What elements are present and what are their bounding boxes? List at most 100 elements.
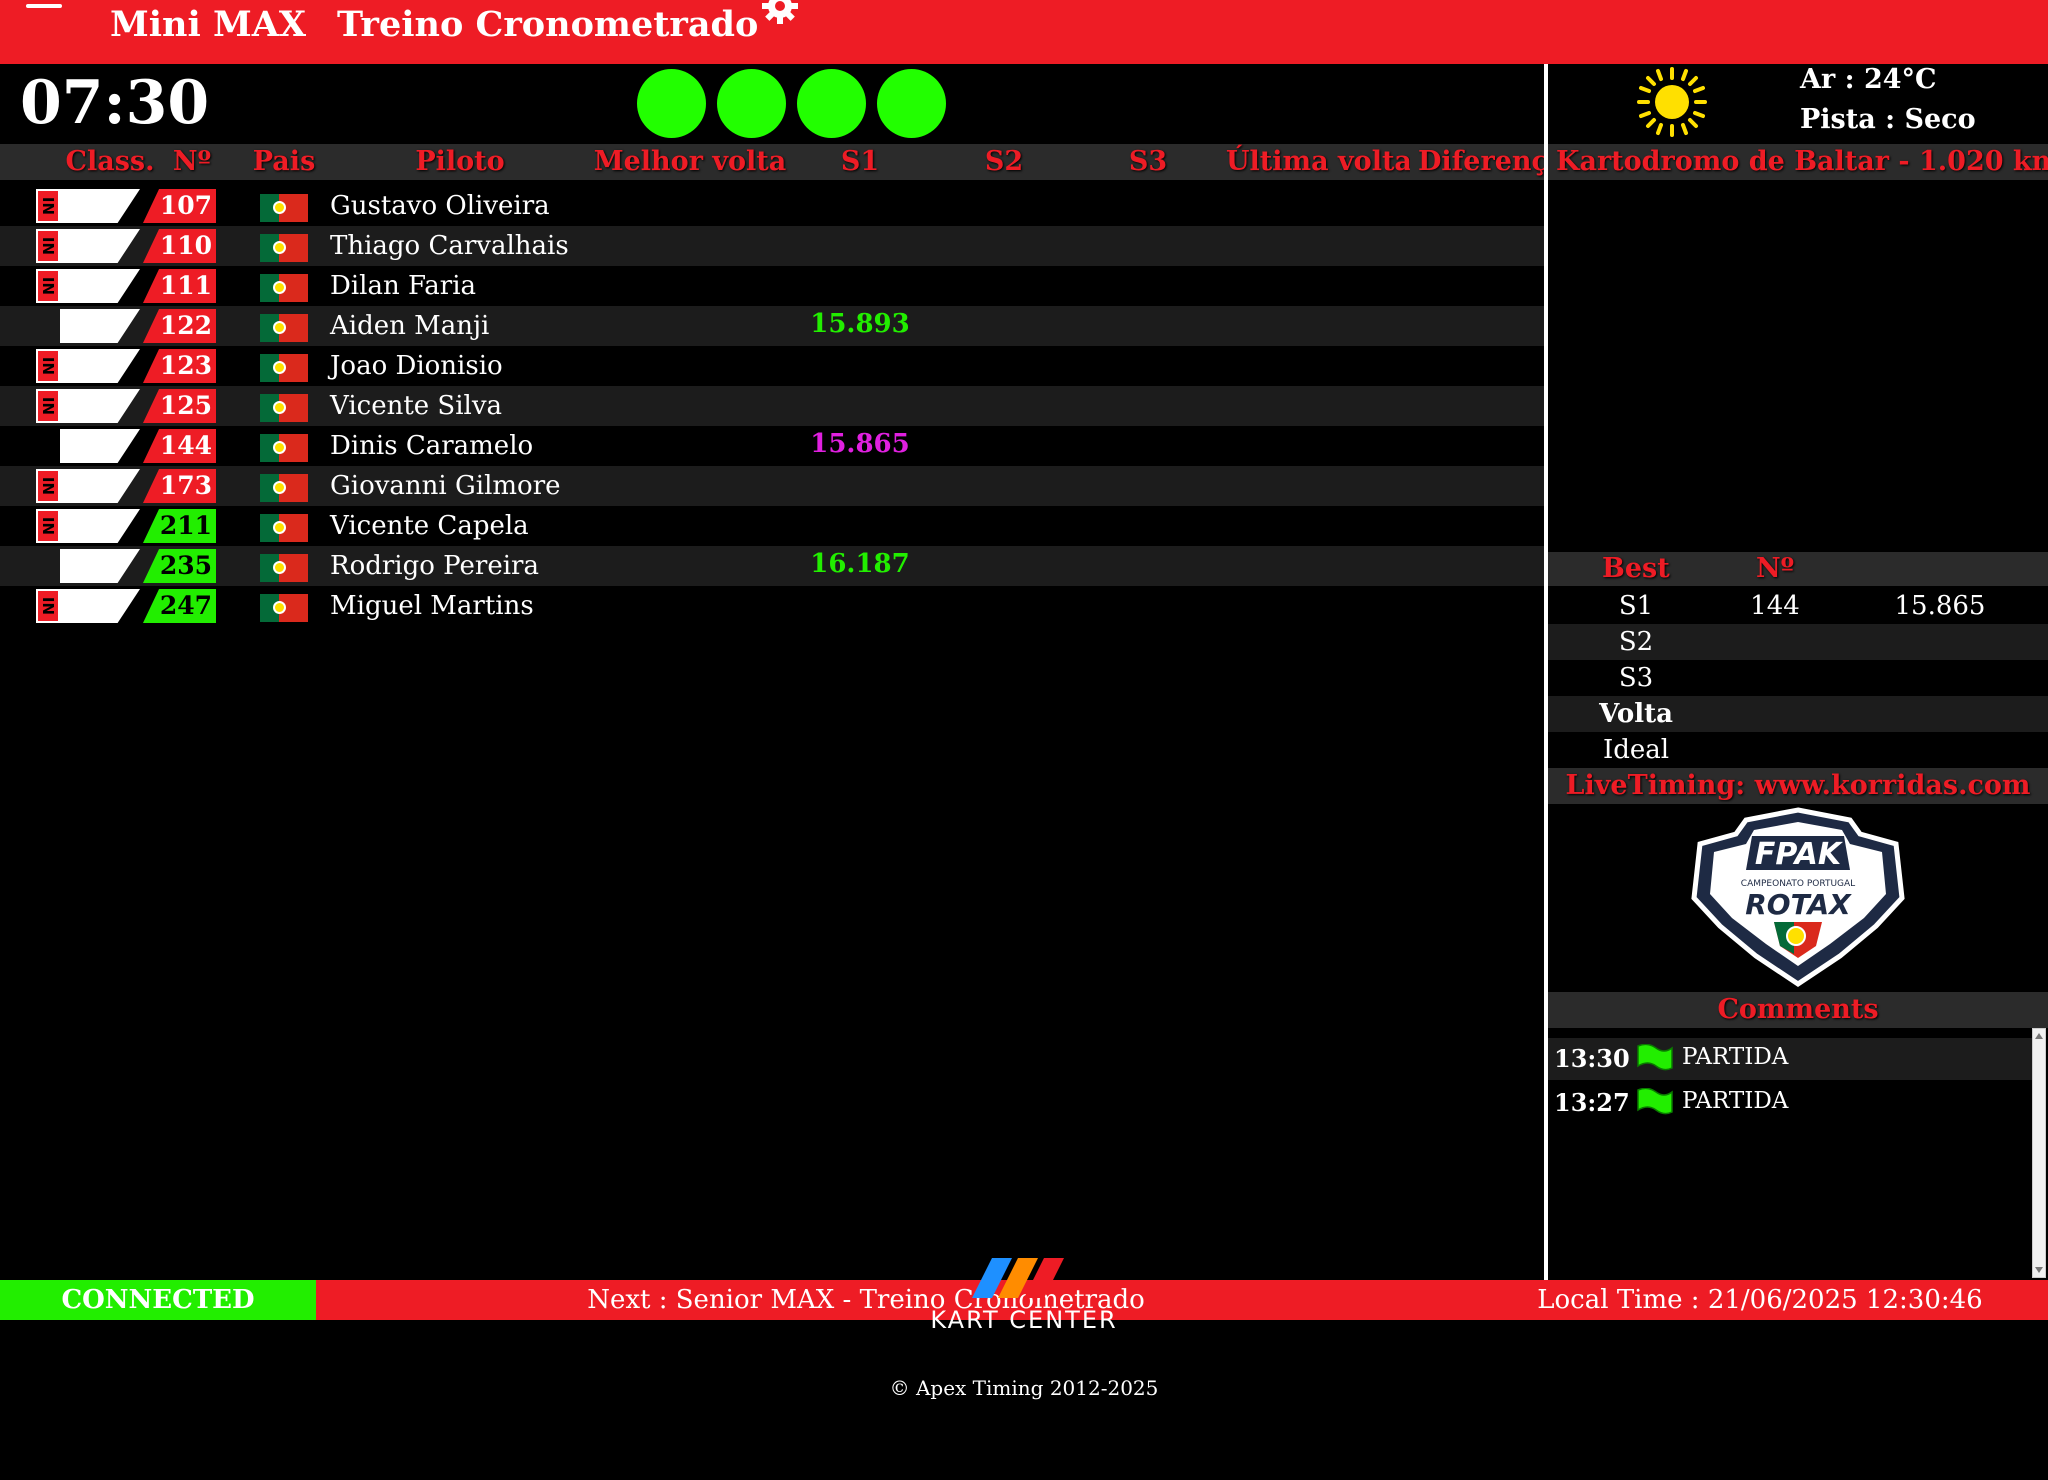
pilot-name: Thiago Carvalhais (330, 231, 569, 261)
best-row: Ideal (1548, 732, 2048, 768)
gear-icon[interactable] (760, 0, 800, 26)
best-row-label: S1 (1618, 591, 1654, 621)
table-row[interactable]: 122 Aiden Manji 15.893 (0, 306, 1544, 346)
best-row: Volta (1548, 696, 2048, 732)
col-s2[interactable]: S2 (944, 144, 1064, 180)
in-pit-badge: IN (36, 389, 60, 423)
copyright: © Apex Timing 2012-2025 (889, 1376, 1159, 1400)
table-row[interactable]: 144 Dinis Caramelo 15.865 (0, 426, 1544, 466)
top-bar (0, 0, 2048, 64)
best-header-label: Best (1602, 553, 1670, 584)
pilot-name: Aiden Manji (330, 311, 490, 341)
session-title: Treino Cronometrado (337, 4, 759, 45)
connection-status: CONNECTED (0, 1280, 316, 1320)
table-row[interactable]: IN 123 Joao Dionisio (0, 346, 1544, 386)
best-row-label: S2 (1618, 627, 1654, 657)
kart-number: 211 (143, 509, 216, 543)
kart-number: 122 (143, 309, 216, 343)
position-box (60, 309, 140, 343)
local-time: Local Time : 21/06/2025 12:30:46 (1537, 1285, 1983, 1315)
table-row[interactable]: IN 125 Vicente Silva (0, 386, 1544, 426)
sun-icon (1637, 67, 1707, 137)
best-row-label: Volta (1599, 699, 1673, 729)
kart-number: 107 (143, 189, 216, 223)
pilot-name: Dilan Faria (330, 271, 477, 301)
in-pit-badge: IN (36, 469, 60, 503)
fpak-rotax-logo: FPAK CAMPEONATO PORTUGAL ROTAX (1691, 807, 1905, 988)
in-pit-badge: IN (36, 509, 60, 543)
kart-number: 247 (143, 589, 216, 623)
col-s1[interactable]: S1 (800, 144, 920, 180)
kart-number: 173 (143, 469, 216, 503)
best-header-number: Nº (1756, 553, 1795, 584)
position-box (60, 269, 140, 303)
table-row[interactable]: IN 110 Thiago Carvalhais (0, 226, 1544, 266)
position-box (60, 389, 140, 423)
col-number[interactable]: Nº (162, 144, 222, 180)
comment-text: PARTIDA (1682, 1044, 1789, 1070)
position-box (60, 229, 140, 263)
best-row-label: Ideal (1602, 735, 1670, 765)
start-light-4 (877, 69, 946, 138)
col-country[interactable]: Pais (244, 144, 324, 180)
portugal-flag-icon (260, 554, 308, 582)
col-pilot[interactable]: Piloto (380, 144, 540, 180)
portugal-flag-icon (260, 194, 308, 222)
air-temperature: Ar : 24°C (1800, 64, 1937, 95)
position-box (60, 509, 140, 543)
best-row-number: 144 (1750, 591, 1800, 621)
pilot-name: Gustavo Oliveira (330, 191, 550, 221)
comments-scrollbar[interactable] (2032, 1028, 2046, 1278)
best-row: S2 (1548, 624, 2048, 660)
track-name: Kartodromo de Baltar - 1.020 km (1548, 144, 2048, 180)
portugal-flag-icon (260, 474, 308, 502)
green-flag-icon (1637, 1044, 1673, 1071)
best-row-time: 15.865 (1894, 591, 1986, 621)
portugal-flag-icon (260, 354, 308, 382)
col-class[interactable]: Class. (58, 144, 162, 180)
portugal-flag-icon (260, 274, 308, 302)
col-best-lap[interactable]: Melhor volta (590, 144, 790, 180)
position-box (60, 469, 140, 503)
best-row: S1 144 15.865 (1548, 588, 2048, 624)
kart-number: 235 (143, 549, 216, 583)
track-condition: Pista : Seco (1800, 104, 1976, 135)
table-row[interactable]: IN 247 Miguel Martins (0, 586, 1544, 626)
position-box (60, 189, 140, 223)
best-row: S3 (1548, 660, 2048, 696)
live-timing-link[interactable]: LiveTiming: www.korridas.com (1548, 768, 2048, 804)
comments-header: Comments (1548, 992, 2048, 1028)
pilot-name: Rodrigo Pereira (330, 551, 539, 581)
pilot-name: Giovanni Gilmore (330, 471, 561, 501)
kart-number: 125 (143, 389, 216, 423)
pilot-name: Vicente Silva (330, 391, 503, 421)
col-last-lap[interactable]: Última volta (1226, 144, 1410, 180)
table-row[interactable]: 235 Rodrigo Pereira 16.187 (0, 546, 1544, 586)
in-pit-badge: IN (36, 189, 60, 223)
best-header: Best Nº (1548, 552, 2048, 586)
menu-icon[interactable] (26, 0, 62, 18)
in-pit-badge: IN (36, 589, 60, 623)
sector-1-time: 16.187 (810, 549, 910, 579)
col-diff[interactable]: Diferença (1418, 144, 1544, 180)
kart-center-brand: KART CENTER (930, 1306, 1118, 1334)
start-light-1 (637, 69, 706, 138)
table-row[interactable]: IN 173 Giovanni Gilmore (0, 466, 1544, 506)
table-row[interactable]: IN 211 Vicente Capela (0, 506, 1544, 546)
comment-time: 13:30 (1554, 1044, 1630, 1073)
start-light-3 (797, 69, 866, 138)
table-row[interactable]: IN 107 Gustavo Oliveira (0, 186, 1544, 226)
in-pit-badge: IN (36, 269, 60, 303)
table-row[interactable]: IN 111 Dilan Faria (0, 266, 1544, 306)
col-s3[interactable]: S3 (1088, 144, 1208, 180)
comment-item: 13:27 PARTIDA (1548, 1082, 2032, 1124)
comment-time: 13:27 (1554, 1088, 1630, 1117)
portugal-flag-icon (260, 594, 308, 622)
position-box (60, 589, 140, 623)
comment-item: 13:30 PARTIDA (1548, 1038, 2032, 1080)
portugal-flag-icon (260, 234, 308, 262)
pilot-name: Vicente Capela (330, 511, 529, 541)
portugal-flag-icon (260, 394, 308, 422)
green-flag-icon (1637, 1088, 1673, 1115)
pilot-name: Dinis Caramelo (330, 431, 534, 461)
